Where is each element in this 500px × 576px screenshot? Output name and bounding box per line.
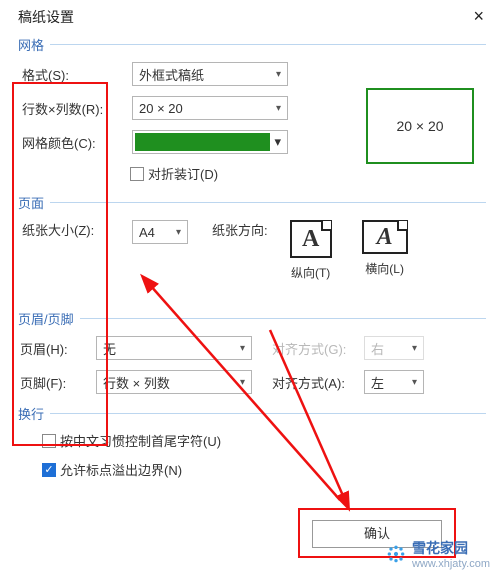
chevron-down-icon: ▾ [276,69,281,80]
fold-checkbox[interactable] [130,167,144,181]
gridcolor-label: 网格颜色(C): [20,133,132,152]
divider [50,202,486,203]
grid-preview-text: 20 × 20 [396,118,443,134]
chevron-down-icon: ▾ [276,103,281,114]
section-hf-title: 页眉/页脚 [18,309,74,328]
rowscols-label: 行数×列数(R): [20,99,132,118]
chevron-down-icon: ▾ [240,377,245,388]
orient-portrait-button[interactable]: A [290,220,332,258]
watermark-brand: 雪花家园 [412,540,468,556]
cjk-label: 按中文习惯控制首尾字符(U) [60,431,221,450]
chevron-down-icon: ▾ [412,343,417,354]
format-value: 外框式稿纸 [139,65,204,84]
dialog-title: 稿纸设置 [18,7,74,27]
orient-landscape-label: 横向(L) [365,260,404,277]
footer-value: 行数 × 列数 [103,373,170,392]
format-select[interactable]: 外框式稿纸 ▾ [132,62,288,86]
color-swatch [135,133,270,151]
gridcolor-select[interactable]: ▾ [132,130,288,154]
snowflake-icon [386,544,406,564]
grid-preview: 20 × 20 [366,88,474,164]
section-wrap-title: 换行 [18,404,44,423]
fold-label: 对折装订(D) [148,164,218,183]
watermark: 雪花家园 www.xhjaty.com [386,538,490,570]
header-value: 无 [103,339,116,358]
page-fold-icon [321,221,331,231]
align-g-label: 对齐方式(G): [272,339,364,358]
section-grid-title: 网格 [18,35,44,54]
header-select[interactable]: 无 ▾ [96,336,252,360]
pagesize-value: A4 [139,225,155,240]
chevron-down-icon: ▾ [176,227,181,238]
portrait-glyph: A [302,226,319,253]
orient-label: 纸张方向: [212,220,268,239]
align-a-value: 左 [371,373,384,392]
footer-select[interactable]: 行数 × 列数 ▾ [96,370,252,394]
page-fold-icon [397,221,407,231]
overflow-checkbox[interactable]: ✓ [42,463,56,477]
align-a-label: 对齐方式(A): [272,373,364,392]
orient-portrait-label: 纵向(T) [291,264,330,281]
pagesize-label: 纸张大小(Z): [20,220,132,239]
chevron-down-icon: ▾ [412,377,417,388]
divider [50,413,486,414]
orient-landscape-button[interactable]: A [362,220,408,254]
landscape-glyph: A [377,224,393,251]
align-a-select[interactable]: 左 ▾ [364,370,424,394]
divider [80,318,486,319]
overflow-label: 允许标点溢出边界(N) [60,460,182,479]
pagesize-select[interactable]: A4 ▾ [132,220,188,244]
align-g-select: 右 ▾ [364,336,424,360]
format-label: 格式(S): [20,65,132,84]
rowscols-value: 20 × 20 [139,101,183,116]
close-icon[interactable]: × [469,6,488,27]
divider [50,44,486,45]
watermark-url: www.xhjaty.com [412,558,490,570]
section-page-title: 页面 [18,193,44,212]
cjk-checkbox[interactable] [42,434,56,448]
header-label: 页眉(H): [20,339,96,358]
chevron-down-icon: ▾ [270,134,285,150]
chevron-down-icon: ▾ [240,343,245,354]
rowscols-select[interactable]: 20 × 20 ▾ [132,96,288,120]
footer-label: 页脚(F): [20,373,96,392]
align-g-value: 右 [371,339,384,358]
